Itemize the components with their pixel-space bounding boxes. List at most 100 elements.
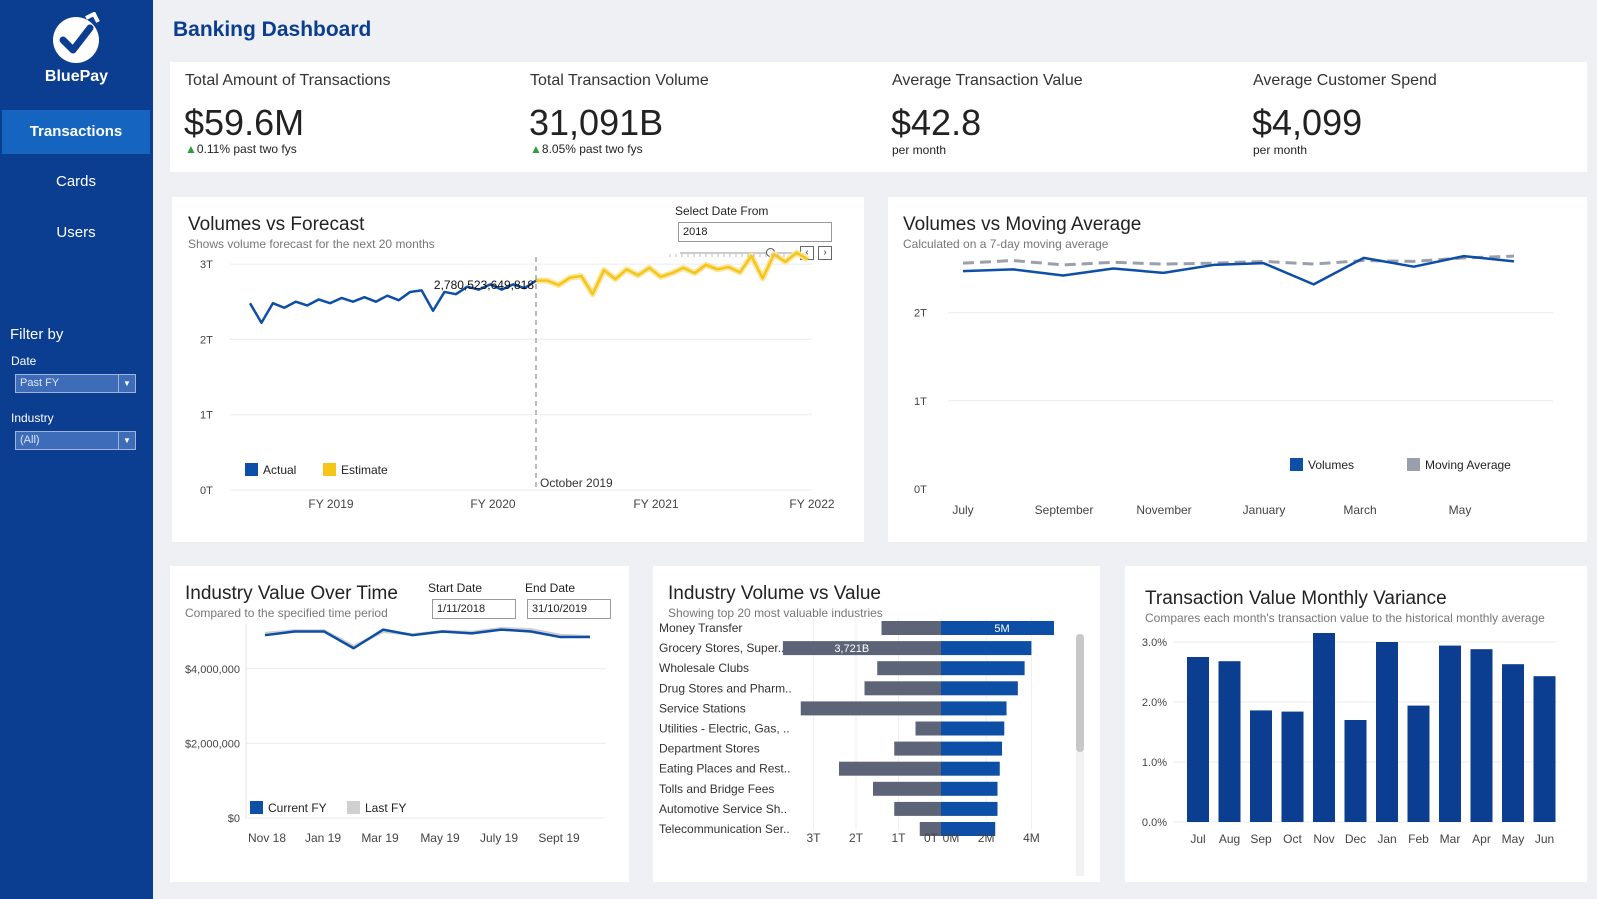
value-bar <box>873 781 941 796</box>
kpi-label: Average Transaction Value <box>892 72 1083 89</box>
volume-data-label: 5M <box>994 623 1009 635</box>
x-tick-label: July 19 <box>480 831 518 845</box>
variance-bar <box>1344 720 1367 822</box>
filter-title: Filter by <box>10 326 64 343</box>
legend-estimate-swatch <box>323 463 336 476</box>
page-title: Banking Dashboard <box>173 18 372 41</box>
kpi-label: Average Customer Spend <box>1253 72 1437 89</box>
kpi-value: $59.6M <box>184 102 305 143</box>
volume-bar <box>941 761 1000 776</box>
variance-bar <box>1187 657 1209 822</box>
x-tick-label: May <box>1502 832 1525 846</box>
x-tick-label: 2T <box>849 831 864 845</box>
y-tick-label: 3T <box>200 259 213 271</box>
chevron-down-icon[interactable]: ▼ <box>118 375 135 392</box>
x-tick-label: 3T <box>806 831 821 845</box>
y-tick-label: 0T <box>200 485 213 497</box>
kpi-value: 31,091B <box>529 102 664 143</box>
value-data-label: 3,721B <box>834 643 869 655</box>
legend-actual-label: Actual <box>263 463 296 477</box>
value-bar <box>881 621 941 635</box>
scrollbar-track[interactable] <box>1076 634 1084 876</box>
x-tick-label: Nov <box>1313 832 1334 846</box>
value-bar <box>894 741 941 756</box>
date-filter-label: Date <box>11 354 37 368</box>
nav-users[interactable]: Users <box>2 211 150 255</box>
x-tick-label: Jun <box>1535 832 1554 846</box>
industry-filter-label: Industry <box>11 411 54 425</box>
industry-value-chart: $0 $2,000,000 $4,000,000 Nov 18 Jan 19 Mar 19… <box>185 624 606 845</box>
x-tick-label: Mar <box>1440 832 1461 846</box>
legend-moving-average-swatch <box>1407 458 1420 471</box>
kpi-panel: Total Amount of Transactions $59.6M ▲0.1… <box>170 62 1587 172</box>
value-bar <box>894 801 941 816</box>
current-fy-line <box>264 628 590 650</box>
x-tick-label: Jan <box>1377 832 1396 846</box>
x-tick-label: January <box>1243 503 1286 517</box>
legend-current-fy-label: Current FY <box>268 801 327 815</box>
value-bar <box>864 681 941 696</box>
x-tick-label: Oct <box>1283 832 1302 846</box>
variance-bar <box>1470 649 1493 822</box>
category-label: Service Stations <box>659 701 746 715</box>
y-tick-label: 1.0% <box>1142 757 1167 769</box>
category-label: Grocery Stores, Super.. <box>659 641 784 655</box>
x-tick-label: Jan 19 <box>305 831 341 845</box>
kpi-sub: per month <box>1253 143 1308 157</box>
category-label: Eating Places and Rest.. <box>659 762 790 776</box>
nav-transactions[interactable]: Transactions <box>2 110 150 154</box>
x-tick-label: November <box>1136 503 1191 517</box>
legend-actual-swatch <box>245 463 258 476</box>
x-tick-label: Jul <box>1190 832 1205 846</box>
x-tick-label: Nov 18 <box>248 831 286 845</box>
legend-last-fy-label: Last FY <box>365 801 406 815</box>
category-label: Department Stores <box>659 742 760 756</box>
y-tick-label: 0T <box>914 484 927 496</box>
x-tick-label: FY 2019 <box>308 497 353 511</box>
sidebar: BluePay Transactions Cards Users Filter … <box>0 0 153 899</box>
x-tick-label: 1T <box>891 831 906 845</box>
kpi-label: Total Transaction Volume <box>530 72 709 89</box>
variance-bar <box>1281 711 1304 822</box>
legend-current-fy-swatch <box>250 801 263 814</box>
industry-volume-panel: Industry Volume vs Value Showing top 20 … <box>653 566 1100 882</box>
x-tick-label: Feb <box>1408 832 1429 846</box>
x-tick-label: July <box>952 503 973 517</box>
x-tick-label: 0M <box>943 831 960 845</box>
scrollbar-thumb[interactable] <box>1076 634 1084 752</box>
marker-label: 2,780,523,649,818 <box>434 278 534 292</box>
x-tick-label: 2M <box>978 831 995 845</box>
industry-filter-select[interactable]: (All) ▼ <box>15 431 136 450</box>
x-tick-label: FY 2022 <box>789 497 834 511</box>
y-tick-label: $4,000,000 <box>185 664 240 676</box>
x-tick-label: 0T <box>924 831 939 845</box>
legend-estimate-label: Estimate <box>341 463 388 477</box>
chevron-down-icon[interactable]: ▼ <box>118 432 135 449</box>
y-tick-label: 2T <box>914 308 927 320</box>
logo-text: BluePay <box>44 68 109 85</box>
x-tick-label: May 19 <box>420 831 460 845</box>
nav-cards[interactable]: Cards <box>2 160 150 204</box>
x-tick-label: March <box>1343 503 1376 517</box>
kpi-delta: ▲8.05% past two fys <box>530 142 643 156</box>
category-label: Wholesale Clubs <box>659 661 749 675</box>
y-tick-label: 0.0% <box>1142 817 1167 829</box>
moving-average-chart: 0T 1T 2T July September November January March M… <box>914 254 1553 517</box>
kpi-sub: per month <box>892 143 947 157</box>
date-filter-select[interactable]: Past FY ▼ <box>15 374 136 393</box>
value-bar <box>915 721 941 736</box>
legend-last-fy-swatch <box>347 801 360 814</box>
x-tick-label: Mar 19 <box>361 831 399 845</box>
x-tick-label: FY 2020 <box>470 497 515 511</box>
date-filter-value: Past FY <box>20 377 60 389</box>
industry-filter-value: (All) <box>20 434 40 446</box>
y-tick-label: 2.0% <box>1142 697 1167 709</box>
y-tick-label: 1T <box>200 410 213 422</box>
x-tick-label: Dec <box>1345 832 1366 846</box>
industry-volume-chart: Money Transfer Grocery Stores, Super.. Who… <box>659 618 1054 845</box>
category-label: Telecommunication Ser.. <box>659 822 790 836</box>
volume-bar <box>941 681 1018 696</box>
volume-bar <box>941 781 998 796</box>
volume-bar <box>941 701 1007 716</box>
industry-value-panel: Industry Value Over Time Compared to the… <box>170 566 629 882</box>
